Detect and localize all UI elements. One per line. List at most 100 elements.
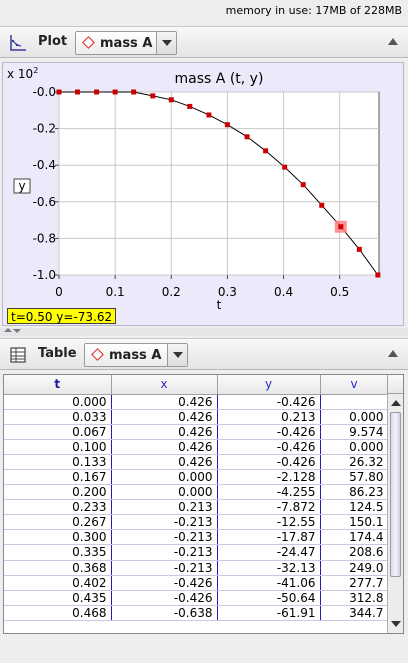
table-cell-t[interactable]: 0.335 [4, 544, 112, 561]
table-row[interactable]: 0.200 0.000 -4.255 86.23 [4, 484, 389, 501]
table-cell-y[interactable]: -0.426 [217, 394, 321, 410]
table-panel-header: Table mass A [0, 338, 408, 370]
table-cell-x[interactable]: 0.426 [111, 454, 218, 470]
table-cell-v[interactable]: 0.000 [320, 409, 389, 425]
table-cell-t[interactable]: 0.133 [4, 454, 112, 470]
collapse-triangle-icon[interactable] [388, 350, 398, 357]
table-cell-v[interactable]: 208.6 [320, 544, 389, 561]
table-row[interactable]: 0.067 0.426 -0.426 9.574 [4, 424, 389, 440]
table-cell-x[interactable]: -0.213 [111, 514, 218, 531]
table-cell-t[interactable]: 0.267 [4, 514, 112, 531]
table-cell-x[interactable]: 0.000 [111, 469, 218, 486]
table-cell-y[interactable]: -4.255 [217, 484, 321, 501]
table-cell-x[interactable]: 0.000 [111, 484, 218, 501]
table-row[interactable]: 0.167 0.000 -2.128 57.80 [4, 469, 389, 486]
table-cell-t[interactable]: 0.402 [4, 575, 112, 591]
table-cell-t[interactable]: 0.200 [4, 484, 112, 501]
table-cell-y[interactable]: 0.213 [217, 409, 321, 425]
table-cell-v[interactable]: 26.32 [320, 454, 389, 470]
x-tick-label: 0.2 [162, 285, 181, 299]
table-cell-x[interactable]: -0.213 [111, 560, 218, 576]
table-cell-t[interactable]: 0.468 [4, 605, 112, 621]
table-cell-y[interactable]: -7.872 [217, 499, 321, 516]
table-cell-x[interactable]: 0.426 [111, 424, 218, 440]
table-cell-x[interactable]: 0.426 [111, 439, 218, 455]
table-cell-t[interactable]: 0.067 [4, 424, 112, 440]
table-cell-x[interactable]: 0.426 [111, 409, 218, 425]
table-row[interactable]: 0.000 0.426 -0.426 [4, 394, 389, 410]
table-cell-x[interactable]: -0.213 [111, 544, 218, 561]
table-cell-y[interactable]: -0.426 [217, 439, 321, 455]
table-cell-t[interactable]: 0.100 [4, 439, 112, 455]
table-cell-x[interactable]: 0.213 [111, 499, 218, 516]
table-cell-y[interactable]: -12.55 [217, 514, 321, 531]
table-cell-t[interactable]: 0.300 [4, 529, 112, 546]
table-cell-t[interactable]: 0.033 [4, 409, 112, 425]
table-cell-y[interactable]: -50.64 [217, 590, 321, 606]
y-axis-label[interactable]: y [18, 179, 25, 193]
table-cell-t[interactable]: 0.233 [4, 499, 112, 516]
column-header-y[interactable]: y [217, 375, 321, 395]
table-cell-y[interactable]: -61.91 [217, 605, 321, 621]
table-cell-v[interactable]: 9.574 [320, 424, 389, 440]
table-cell-v[interactable]: 150.1 [320, 514, 389, 531]
table-row[interactable]: 0.402 -0.426 -41.06 277.7 [4, 575, 389, 591]
table-cell-x[interactable]: -0.638 [111, 605, 218, 621]
table-cell-t[interactable]: 0.167 [4, 469, 112, 486]
data-table[interactable]: txyv 0.000 0.426 -0.426 0.033 0.426 0.213 0.00… [3, 374, 404, 634]
table-cell-x[interactable]: -0.426 [111, 575, 218, 591]
scroll-down-icon[interactable] [391, 621, 401, 627]
table-cell-t[interactable]: 0.368 [4, 560, 112, 576]
column-header-v[interactable]: v [320, 375, 389, 395]
table-cell-x[interactable]: -0.426 [111, 590, 218, 606]
panel-splitter[interactable] [0, 328, 408, 336]
plot-area[interactable]: x 102 mass A (t, y) -0.0 -0.2 -0.4 -0.6 -0.8… [2, 62, 404, 326]
table-row[interactable]: 0.133 0.426 -0.426 26.32 [4, 454, 389, 470]
chart-svg[interactable]: x 102 mass A (t, y) -0.0 -0.2 -0.4 -0.6 -0.8… [3, 63, 403, 325]
table-row[interactable]: 0.300 -0.213 -17.87 174.4 [4, 529, 389, 546]
table-cell-t[interactable]: 0.435 [4, 590, 112, 606]
table-dropdown-value: mass A [109, 348, 162, 363]
column-header-x[interactable]: x [111, 375, 218, 395]
table-row[interactable]: 0.335 -0.213 -24.47 208.6 [4, 544, 389, 561]
table-row[interactable]: 0.267 -0.213 -12.55 150.1 [4, 514, 389, 531]
table-cell-v[interactable] [320, 394, 389, 410]
table-row[interactable]: 0.435 -0.426 -50.64 312.8 [4, 590, 389, 606]
chevron-down-icon[interactable] [167, 344, 187, 366]
table-cell-y[interactable]: -41.06 [217, 575, 321, 591]
table-row[interactable]: 0.100 0.426 -0.426 0.000 [4, 439, 389, 455]
table-cell-x[interactable]: 0.426 [111, 394, 218, 410]
table-cell-y[interactable]: -17.87 [217, 529, 321, 546]
table-cell-y[interactable]: -24.47 [217, 544, 321, 561]
table-row[interactable]: 0.368 -0.213 -32.13 249.0 [4, 560, 389, 576]
table-cell-y[interactable]: -0.426 [217, 424, 321, 440]
table-cell-t[interactable]: 0.000 [4, 394, 112, 410]
table-row[interactable]: 0.233 0.213 -7.872 124.5 [4, 499, 389, 516]
collapse-triangle-icon[interactable] [388, 38, 398, 45]
plot-particle-dropdown[interactable]: mass A [75, 31, 177, 55]
table-cell-y[interactable]: -0.426 [217, 454, 321, 470]
table-particle-dropdown[interactable]: mass A [84, 343, 188, 367]
table-cell-v[interactable]: 312.8 [320, 590, 389, 606]
table-cell-y[interactable]: -32.13 [217, 560, 321, 576]
table-scrollbar[interactable] [387, 394, 403, 633]
table-cell-v[interactable]: 249.0 [320, 560, 389, 576]
split-up-icon[interactable] [4, 328, 12, 332]
scroll-up-icon[interactable] [391, 400, 401, 406]
table-cell-v[interactable]: 124.5 [320, 499, 389, 516]
table-cell-y[interactable]: -2.128 [217, 469, 321, 486]
table-cell-v[interactable]: 174.4 [320, 529, 389, 546]
table-cell-v[interactable]: 86.23 [320, 484, 389, 501]
table-row[interactable]: 0.468 -0.638 -61.91 344.7 [4, 605, 389, 621]
chevron-down-icon[interactable] [156, 32, 176, 54]
split-down-icon[interactable] [13, 329, 21, 333]
y-tick-labels: -0.0 -0.2 -0.4 -0.6 -0.8 -1.0 [33, 85, 56, 282]
table-cell-x[interactable]: -0.213 [111, 529, 218, 546]
column-header-t[interactable]: t [4, 375, 112, 395]
table-cell-v[interactable]: 57.80 [320, 469, 389, 486]
table-cell-v[interactable]: 277.7 [320, 575, 389, 591]
scrollbar-thumb[interactable] [390, 412, 401, 577]
table-cell-v[interactable]: 344.7 [320, 605, 389, 621]
table-row[interactable]: 0.033 0.426 0.213 0.000 [4, 409, 389, 425]
table-cell-v[interactable]: 0.000 [320, 439, 389, 455]
